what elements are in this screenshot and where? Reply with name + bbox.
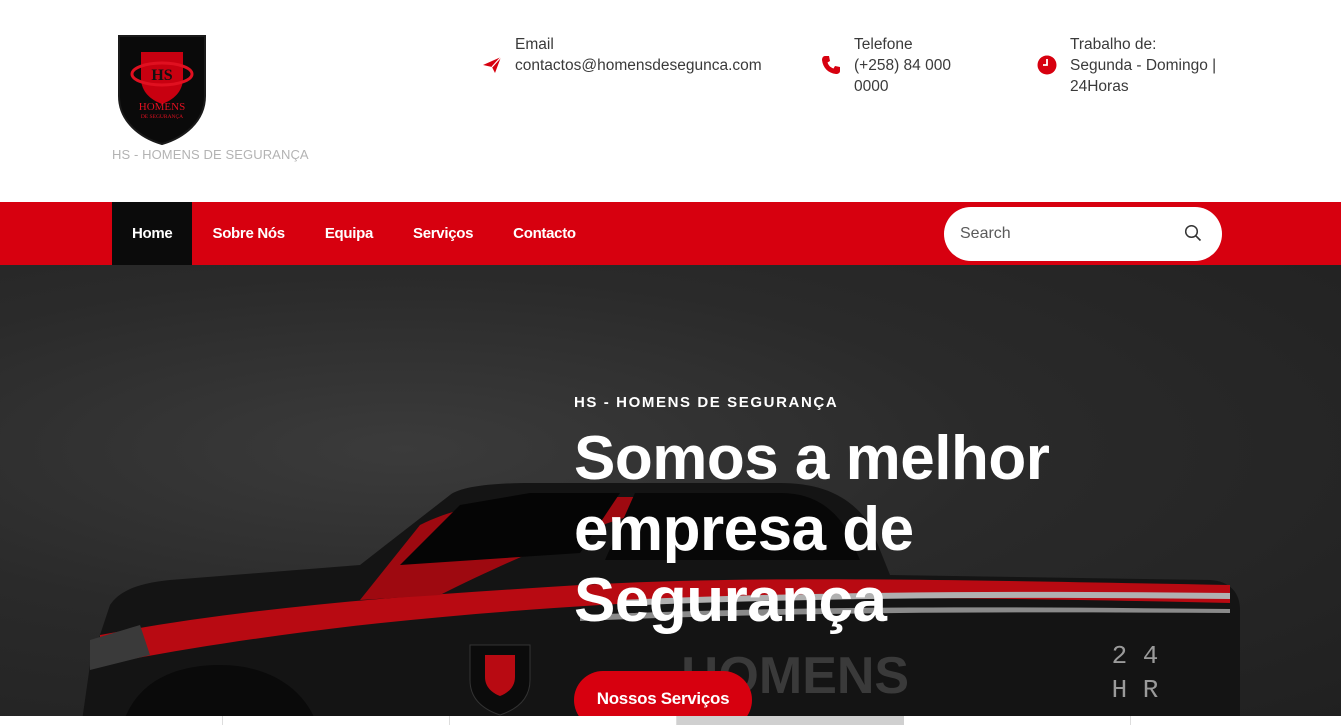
phone-icon (820, 54, 842, 76)
strip-divider (222, 716, 223, 725)
bottom-strip (0, 716, 1341, 725)
shield-logo-icon: HS HOMENS DE SEGURANÇA (118, 35, 206, 146)
truck-badge-line2: H R (1112, 675, 1159, 705)
nav-menu: Home Sobre Nós Equipa Serviços Contacto (112, 202, 596, 265)
hero-title: Somos a melhor empresa de Segurança (574, 424, 1050, 635)
hours-label: Trabalho de: (1070, 36, 1157, 53)
nav-item-servicos[interactable]: Serviços (393, 202, 493, 265)
svg-text:HOMENS: HOMENS (139, 101, 185, 113)
strip-divider (676, 716, 904, 725)
nav-item-sobre-nos[interactable]: Sobre Nós (192, 202, 304, 265)
truck-badge-line1: 2 4 (1112, 641, 1159, 671)
paper-plane-icon (481, 54, 503, 76)
hours-value: Segunda - Domingo | 24Horas (1070, 57, 1217, 95)
top-header: HS HOMENS DE SEGURANÇA HS - HOMENS DE SE… (0, 0, 1341, 202)
phone-info: Telefone (+258) 84 000 0000 (820, 34, 974, 97)
main-navbar: Home Sobre Nós Equipa Serviços Contacto (0, 202, 1341, 265)
email-value[interactable]: contactos@homensdesegunca.com (515, 55, 762, 76)
nav-item-contacto[interactable]: Contacto (493, 202, 596, 265)
nav-item-home[interactable]: Home (112, 202, 193, 265)
strip-divider (449, 716, 450, 725)
hero-content: HS - HOMENS DE SEGURANÇA Somos a melhor … (574, 394, 1174, 636)
strip-divider (1130, 716, 1131, 725)
phone-label: Telefone (854, 36, 913, 53)
svg-text:DE SEGURANÇA: DE SEGURANÇA (141, 114, 183, 120)
hero-kicker: HS - HOMENS DE SEGURANÇA (574, 394, 839, 411)
hero-section: HOMENS 2 4 H R HS - HOMENS DE SEGURANÇA … (0, 265, 1341, 725)
site-title[interactable]: HS - HOMENS DE SEGURANÇA (112, 147, 309, 162)
phone-value[interactable]: (+258) 84 000 0000 (854, 55, 974, 97)
email-label: Email (515, 36, 554, 53)
search-icon[interactable] (1184, 224, 1204, 244)
clock-icon (1036, 54, 1058, 76)
email-info: Email contactos@homensdesegunca.com (481, 34, 762, 76)
nav-item-equipa[interactable]: Equipa (305, 202, 393, 265)
search-box (944, 207, 1222, 261)
hours-info: Trabalho de: Segunda - Domingo | 24Horas (1036, 34, 1230, 97)
search-input[interactable] (960, 207, 1170, 261)
svg-text:HS: HS (151, 67, 172, 84)
